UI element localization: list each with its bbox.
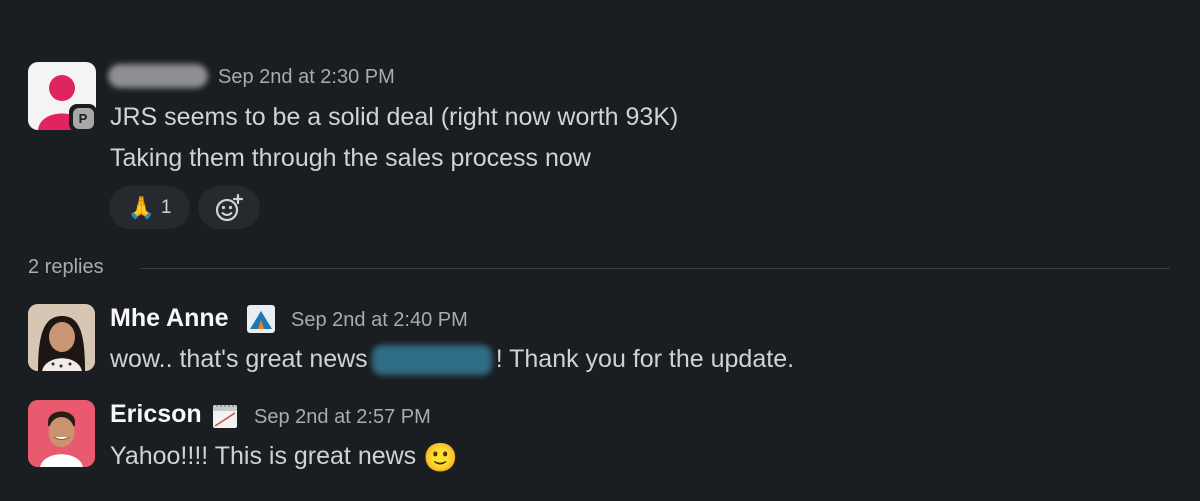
reaction-pill[interactable]: 🙏 1 <box>109 186 190 229</box>
reply-timestamp[interactable]: Sep 2nd at 2:57 PM <box>254 406 431 429</box>
reply-text: Yahoo!!!! This is great news <box>110 442 417 471</box>
reaction-count: 1 <box>160 196 172 218</box>
pray-emoji-icon: 🙏 <box>127 194 155 220</box>
redacted-username[interactable] <box>108 64 208 88</box>
smile-emoji-icon: 🙂 <box>423 442 459 473</box>
profile-photo <box>28 304 95 371</box>
presence-letter: P <box>72 107 94 129</box>
profile-photo <box>28 400 95 467</box>
add-reaction-button[interactable] <box>198 186 260 229</box>
presence-badge: P <box>69 104 97 132</box>
reply-timestamp[interactable]: Sep 2nd at 2:40 PM <box>291 309 468 332</box>
avatar[interactable] <box>28 304 95 371</box>
reply-author-name[interactable]: Mhe Anne <box>110 304 229 333</box>
add-emoji-icon <box>215 193 244 221</box>
redacted-mention[interactable] <box>371 345 492 376</box>
reply-author-name[interactable]: Ericson <box>110 400 202 429</box>
replies-divider <box>140 268 1170 269</box>
avatar[interactable] <box>28 400 95 467</box>
message-timestamp[interactable]: Sep 2nd at 2:30 PM <box>218 66 395 89</box>
message-line-1: JRS seems to be a solid deal (right now … <box>110 103 679 131</box>
thread-view: P Sep 2nd at 2:30 PM JRS seems to be a s… <box>0 0 1200 501</box>
reply-text-end: ! Thank you for the update. <box>495 345 795 373</box>
tent-icon <box>247 305 275 333</box>
calendar-icon <box>211 402 239 430</box>
reply-message: wow.. that's great news ! Thank you for t… <box>110 345 795 376</box>
replies-count[interactable]: 2 replies <box>28 256 104 279</box>
reply-text-start: wow.. that's great news <box>110 345 368 373</box>
reply-message: Yahoo!!!! This is great news 🙂 <box>110 441 458 474</box>
message-line-2: Taking them through the sales process no… <box>110 144 591 172</box>
